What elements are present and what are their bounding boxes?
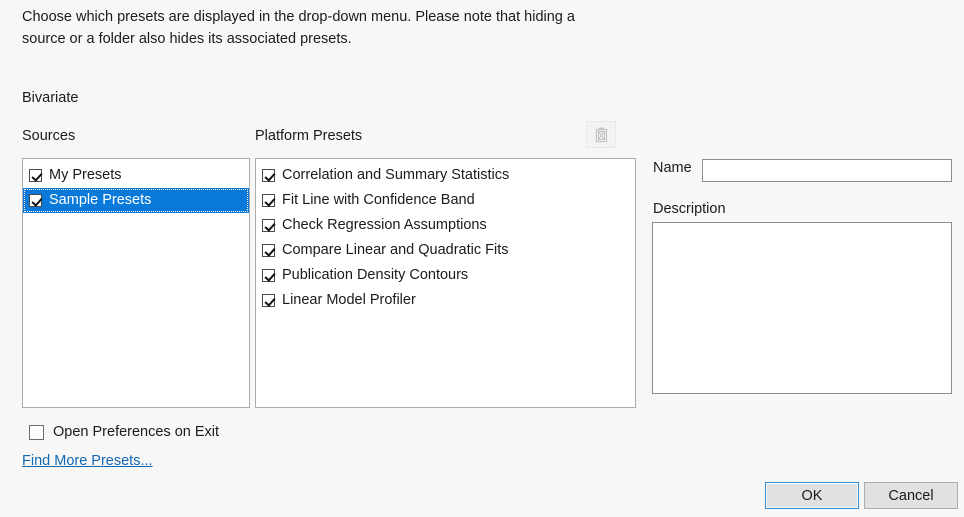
source-item-checkbox[interactable] [29, 194, 42, 207]
preset-item-label: Linear Model Profiler [282, 292, 416, 309]
intro-description: Choose which presets are displayed in th… [22, 6, 582, 50]
preset-item-checkbox[interactable] [262, 194, 275, 207]
preset-item-checkbox[interactable] [262, 169, 275, 182]
preset-item-row[interactable]: Linear Model Profiler [256, 288, 635, 313]
open-preferences-checkbox[interactable] [29, 425, 44, 440]
preset-item-label: Check Regression Assumptions [282, 217, 487, 234]
open-preferences-label: Open Preferences on Exit [53, 424, 219, 441]
sources-label: Sources [22, 128, 75, 144]
preset-item-row[interactable]: Correlation and Summary Statistics [256, 163, 635, 188]
trash-icon [594, 126, 609, 143]
manage-presets-dialog: Choose which presets are displayed in th… [0, 0, 964, 517]
description-label: Description [653, 201, 726, 217]
preset-item-checkbox[interactable] [262, 269, 275, 282]
preset-item-row[interactable]: Fit Line with Confidence Band [256, 188, 635, 213]
name-label: Name [653, 160, 692, 176]
preset-item-checkbox[interactable] [262, 294, 275, 307]
name-input[interactable] [702, 159, 952, 182]
source-item-label: Sample Presets [49, 192, 151, 209]
delete-preset-button[interactable] [586, 121, 616, 148]
description-textarea[interactable] [652, 222, 952, 394]
source-item-label: My Presets [49, 167, 122, 184]
platform-presets-label: Platform Presets [255, 128, 362, 144]
source-item-row[interactable]: My Presets [23, 163, 249, 188]
platform-title: Bivariate [22, 90, 78, 106]
source-item-row[interactable]: Sample Presets [23, 188, 249, 213]
find-more-presets-link[interactable]: Find More Presets... [22, 453, 153, 469]
preset-item-row[interactable]: Publication Density Contours [256, 263, 635, 288]
preset-item-row[interactable]: Compare Linear and Quadratic Fits [256, 238, 635, 263]
ok-button[interactable]: OK [765, 482, 859, 509]
open-preferences-on-exit-row[interactable]: Open Preferences on Exit [29, 424, 219, 441]
preset-item-label: Publication Density Contours [282, 267, 468, 284]
sources-listbox[interactable]: My Presets Sample Presets [22, 158, 250, 408]
platform-presets-listbox[interactable]: Correlation and Summary Statistics Fit Li… [255, 158, 636, 408]
preset-item-checkbox[interactable] [262, 219, 275, 232]
preset-item-label: Compare Linear and Quadratic Fits [282, 242, 508, 259]
preset-item-label: Correlation and Summary Statistics [282, 167, 509, 184]
preset-item-row[interactable]: Check Regression Assumptions [256, 213, 635, 238]
preset-item-label: Fit Line with Confidence Band [282, 192, 475, 209]
source-item-checkbox[interactable] [29, 169, 42, 182]
cancel-button[interactable]: Cancel [864, 482, 958, 509]
preset-item-checkbox[interactable] [262, 244, 275, 257]
